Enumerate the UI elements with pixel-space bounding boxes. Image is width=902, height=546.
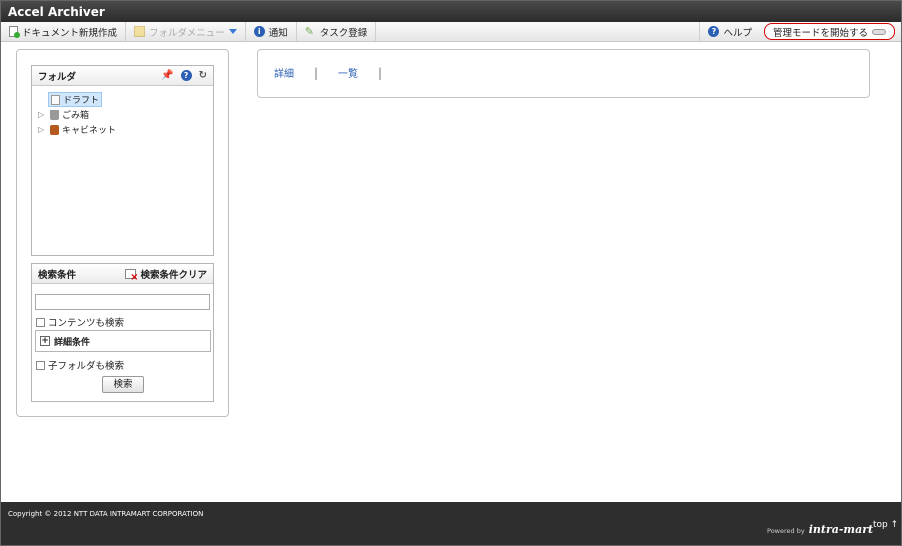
help-label: ヘルプ bbox=[723, 27, 752, 39]
search-subfolders-option[interactable]: 子フォルダも検索 bbox=[36, 358, 124, 372]
expand-icon[interactable]: ▷ bbox=[38, 110, 48, 119]
chevron-down-icon bbox=[228, 29, 237, 34]
folder-menu-label: フォルダメニュー bbox=[149, 27, 225, 39]
tab-detail[interactable]: 詳細 bbox=[274, 65, 294, 80]
app-title: Accel Archiver bbox=[1, 1, 901, 22]
folder-tree: ドラフト ▷ ごみ箱 ▷ キャビネット bbox=[32, 86, 213, 137]
copyright-text: Copyright © 2012 NTT DATA INTRAMART CORP… bbox=[8, 510, 204, 518]
tab-list[interactable]: 一覧 bbox=[338, 65, 358, 80]
tab-separator: | bbox=[314, 65, 319, 80]
task-register-label: タスク登録 bbox=[319, 27, 368, 39]
keyword-input[interactable] bbox=[35, 294, 210, 310]
task-register-button[interactable]: ✎ タスク登録 bbox=[297, 22, 377, 41]
brand-logo: intra-mart bbox=[808, 523, 874, 536]
admin-mode-label: 管理モードを開始する bbox=[772, 27, 868, 39]
detail-conditions-label: 詳細条件 bbox=[54, 337, 91, 348]
info-icon: i bbox=[253, 26, 265, 37]
pin-icon[interactable]: 📌 bbox=[161, 70, 173, 81]
search-panel-header: 検索条件 検索条件クリア bbox=[32, 264, 213, 284]
clear-icon bbox=[125, 268, 138, 283]
search-subfolders-label: 子フォルダも検索 bbox=[48, 361, 125, 372]
search-panel: 検索条件 検索条件クリア コンテンツも検索 + 詳細条件 子フォルダも検索 検索 bbox=[31, 263, 214, 402]
search-content-label: コンテンツも検索 bbox=[48, 318, 125, 329]
view-switcher-panel: 詳細 | 一覧 | bbox=[257, 49, 870, 98]
help-button[interactable]: ? ヘルプ bbox=[699, 22, 760, 41]
admin-mode-button[interactable]: 管理モードを開始する bbox=[763, 23, 895, 40]
detail-conditions-toggle[interactable]: + 詳細条件 bbox=[35, 330, 211, 352]
tree-node-draft[interactable]: ドラフト bbox=[38, 92, 213, 107]
search-button[interactable]: 検索 bbox=[102, 376, 144, 393]
search-content-checkbox[interactable] bbox=[36, 317, 45, 327]
pencil-icon: ✎ bbox=[304, 25, 314, 38]
folder-menu-button[interactable]: フォルダメニュー bbox=[126, 22, 246, 41]
plus-icon: + bbox=[40, 336, 50, 346]
toolbar: ドキュメント新規作成 フォルダメニュー i 通知 ✎ タスク登録 ? ヘルプ 管… bbox=[1, 22, 901, 42]
view-tabs: 詳細 | 一覧 | bbox=[274, 65, 402, 81]
cabinet-icon bbox=[50, 124, 59, 135]
new-document-label: ドキュメント新規作成 bbox=[22, 27, 118, 39]
folder-panel: フォルダ 📌 ? ↻ ドラフト ▷ ごみ箱 ▷ キャビネット bbox=[31, 65, 214, 256]
footer: Copyright © 2012 NTT DATA INTRAMART CORP… bbox=[1, 502, 901, 545]
search-content-option[interactable]: コンテンツも検索 bbox=[36, 315, 124, 329]
clear-conditions-label: 検索条件クリア bbox=[140, 269, 207, 281]
help-icon: ? bbox=[708, 26, 720, 37]
search-panel-title: 検索条件 bbox=[38, 269, 77, 281]
tree-node-label: ドラフト bbox=[63, 96, 100, 106]
folder-panel-header: フォルダ 📌 ? ↻ bbox=[32, 66, 213, 86]
tree-node-trash[interactable]: ▷ ごみ箱 bbox=[38, 107, 213, 122]
trash-icon bbox=[50, 109, 59, 120]
search-subfolders-checkbox[interactable] bbox=[36, 360, 45, 370]
folder-icon bbox=[134, 26, 146, 37]
tree-node-label: キャビネット bbox=[62, 126, 117, 136]
help-icon[interactable]: ? bbox=[180, 70, 192, 81]
powered-by-label: Powered by bbox=[767, 527, 805, 535]
tree-node-label: ごみ箱 bbox=[62, 111, 90, 121]
notice-button[interactable]: i 通知 bbox=[246, 22, 297, 41]
clear-conditions-button[interactable]: 検索条件クリア bbox=[125, 267, 207, 283]
left-sidebar: フォルダ 📌 ? ↻ ドラフト ▷ ごみ箱 ▷ キャビネット 検索条件 × 検索… bbox=[16, 49, 229, 417]
notice-label: 通知 bbox=[268, 27, 288, 39]
new-document-icon bbox=[9, 26, 20, 38]
tree-node-cabinet[interactable]: ▷ キャビネット bbox=[38, 122, 213, 137]
new-document-button[interactable]: ドキュメント新規作成 bbox=[1, 22, 127, 41]
toolbar-right: ? ヘルプ 管理モードを開始する bbox=[699, 22, 901, 41]
powered-by: Powered by intra-mart bbox=[767, 523, 873, 536]
back-to-top-link[interactable]: top ↑ bbox=[873, 520, 898, 530]
folder-panel-title: フォルダ bbox=[38, 71, 77, 83]
tab-separator: | bbox=[378, 65, 383, 80]
expand-icon[interactable]: ▷ bbox=[38, 125, 48, 134]
refresh-icon[interactable]: ↻ bbox=[199, 70, 207, 81]
toggle-icon bbox=[872, 28, 886, 35]
draft-icon bbox=[51, 94, 60, 105]
